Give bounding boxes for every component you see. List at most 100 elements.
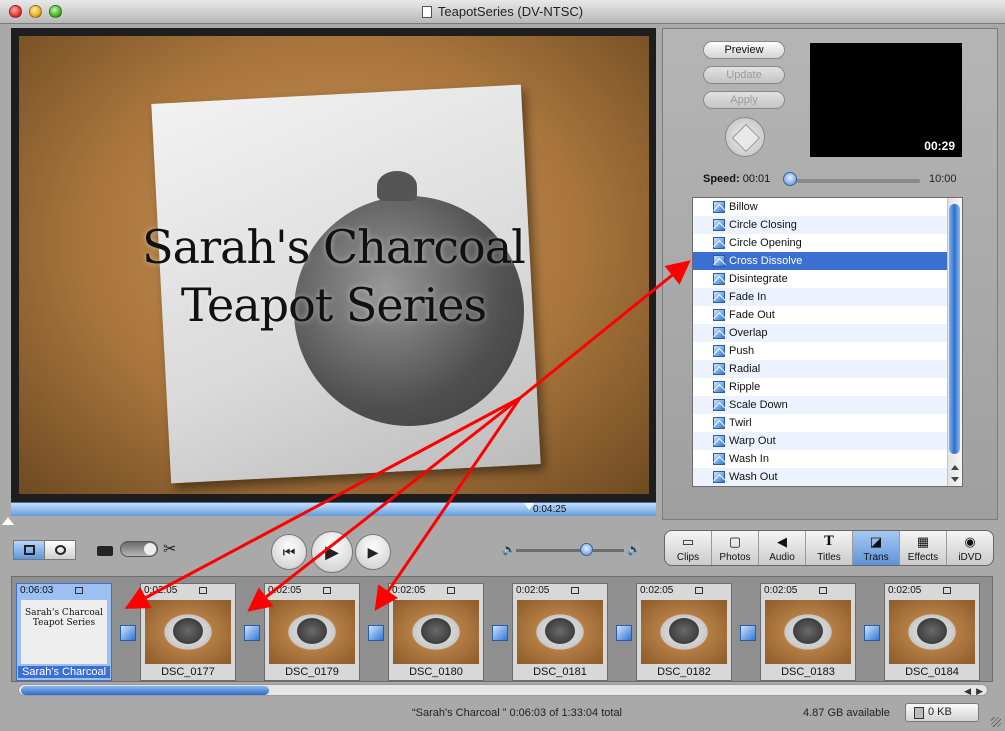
camera-edit-mode-switch[interactable] <box>120 541 158 557</box>
play-button[interactable]: ▶ <box>311 531 353 573</box>
scroll-right-arrow-icon[interactable]: ▶ <box>976 686 983 697</box>
play-fullscreen-button[interactable]: ▶ <box>355 534 391 570</box>
clip-viewer[interactable]: 0:06:03 Sarah's Charcoal Teapot Series Sar… <box>11 576 993 682</box>
timeline-clip[interactable]: 0:02:05 DSC_0182 <box>636 583 732 681</box>
playhead-indicator[interactable] <box>524 503 534 510</box>
timeline-clip[interactable]: 0:02:05 DSC_0184 <box>884 583 980 681</box>
tab-trans[interactable]: ◪ Trans <box>853 531 900 565</box>
trash-button[interactable]: 0 KB <box>905 703 979 722</box>
tab-effects[interactable]: ▦ Effects <box>900 531 947 565</box>
clip-duration: 0:02:05 <box>268 585 302 596</box>
transition-marker-icon[interactable] <box>864 625 880 641</box>
transition-item[interactable]: Push <box>693 342 962 360</box>
list-scrollbar[interactable] <box>947 198 962 486</box>
transition-marker-icon[interactable] <box>616 625 632 641</box>
tab-clips[interactable]: ▭ Clips <box>665 531 712 565</box>
playhead-time: 0:04:25 <box>533 504 567 515</box>
transition-icon <box>713 363 725 375</box>
transition-item[interactable]: Radial <box>693 360 962 378</box>
transition-icon <box>713 255 725 267</box>
tab-photos[interactable]: ▢ Photos <box>712 531 759 565</box>
transition-icon <box>713 417 725 429</box>
effects-icon: ▦ <box>916 534 930 549</box>
transition-marker-icon[interactable] <box>492 625 508 641</box>
transition-item[interactable]: Circle Closing <box>693 216 962 234</box>
clock-icon <box>55 545 66 555</box>
transition-item-label: Wash Out <box>729 471 778 483</box>
clip-duration: 0:02:05 <box>888 585 922 596</box>
tab-audio[interactable]: ◀ Audio <box>759 531 806 565</box>
minimize-window-button[interactable] <box>29 5 42 18</box>
transition-item[interactable]: Circle Opening <box>693 234 962 252</box>
transition-list[interactable]: Billow Circle Closing Circle Opening Cross … <box>692 197 963 487</box>
timeline-clip[interactable]: 0:02:05 DSC_0179 <box>264 583 360 681</box>
transition-item-label: Scale Down <box>729 399 788 411</box>
apply-button[interactable]: Apply <box>703 91 785 109</box>
scroll-down-arrow-icon[interactable] <box>951 477 959 482</box>
transition-item[interactable]: Fade Out <box>693 306 962 324</box>
tab-idvd[interactable]: ◉ iDVD <box>947 531 993 565</box>
transition-item[interactable]: Twirl <box>693 414 962 432</box>
clip-type-icon <box>199 587 207 594</box>
transition-item[interactable]: Fade In <box>693 288 962 306</box>
rewind-button[interactable]: ⏮ <box>271 534 307 570</box>
title-overlay: Sarah's Charcoal Teapot Series <box>11 218 656 334</box>
film-icon <box>24 545 35 555</box>
transition-marker-icon[interactable] <box>368 625 384 641</box>
timeline-clip[interactable]: 0:06:03 Sarah's Charcoal Teapot Series Sar… <box>16 583 112 681</box>
timeline-clip[interactable]: 0:02:05 DSC_0180 <box>388 583 484 681</box>
speed-slider-knob[interactable] <box>783 172 798 186</box>
transition-item[interactable]: Wash Out <box>693 468 962 486</box>
transition-item[interactable]: Disintegrate <box>693 270 962 288</box>
clip-duration: 0:02:05 <box>640 585 674 596</box>
start-marker[interactable] <box>2 517 14 525</box>
transition-item-label: Twirl <box>729 417 752 429</box>
clip-type-icon <box>447 587 455 594</box>
timeline-clip[interactable]: 0:02:05 DSC_0183 <box>760 583 856 681</box>
clip-type-icon <box>75 587 83 594</box>
timeline-scroll-thumb[interactable] <box>21 686 269 695</box>
direction-pad-icon[interactable] <box>725 117 765 157</box>
tab-titles-label: Titles <box>817 552 841 563</box>
transition-item[interactable]: Warp Out <box>693 432 962 450</box>
clip-thumbnail <box>765 600 851 664</box>
tab-effects-label: Effects <box>907 552 939 563</box>
update-button[interactable]: Update <box>703 66 785 84</box>
timeline-view-toggle[interactable] <box>44 540 76 560</box>
preview-button[interactable]: Preview <box>703 41 785 59</box>
video-viewer[interactable]: Sarah's Charcoal Teapot Series <box>11 28 656 502</box>
scrubber-bar[interactable]: 0:04:25 <box>11 502 656 516</box>
transition-item[interactable]: Billow <box>693 198 962 216</box>
transition-preview-screen: 00:29 <box>810 43 962 157</box>
transition-item[interactable]: Scale Down <box>693 396 962 414</box>
transition-item[interactable]: Cross Dissolve <box>693 252 962 270</box>
clip-type-icon <box>943 587 951 594</box>
speed-label: Speed: <box>703 173 740 185</box>
scroll-up-arrow-icon[interactable] <box>951 465 959 470</box>
clip-thumbnail-text: Sarah's Charcoal Teapot Series <box>24 608 103 628</box>
transition-item[interactable]: Ripple <box>693 378 962 396</box>
volume-slider-knob[interactable] <box>580 543 593 556</box>
speed-slider-track[interactable] <box>785 179 920 183</box>
zoom-window-button[interactable] <box>49 5 62 18</box>
volume-slider-track[interactable] <box>516 549 624 552</box>
list-scroll-thumb[interactable] <box>949 204 960 454</box>
clip-view-toggle[interactable] <box>13 540 45 560</box>
timeline-clip[interactable]: 0:02:05 DSC_0181 <box>512 583 608 681</box>
tab-clips-label: Clips <box>676 552 700 563</box>
camera-icon <box>97 546 113 556</box>
scroll-left-arrow-icon[interactable]: ◀ <box>964 686 971 697</box>
transition-item[interactable]: Wash In <box>693 450 962 468</box>
tab-titles[interactable]: T Titles <box>806 531 853 565</box>
transition-item[interactable]: Overlap <box>693 324 962 342</box>
timeline-clip[interactable]: 0:02:05 DSC_0177 <box>140 583 236 681</box>
window-titlebar: TeapotSeries (DV-NTSC) <box>0 0 1005 24</box>
close-window-button[interactable] <box>9 5 22 18</box>
transition-icon <box>713 453 725 465</box>
timeline-scrollbar[interactable]: ◀ ▶ <box>18 684 988 696</box>
transition-marker-icon[interactable] <box>120 625 136 641</box>
resize-grip-icon[interactable] <box>991 717 1001 727</box>
transition-item-label: Push <box>729 345 755 357</box>
transition-marker-icon[interactable] <box>244 625 260 641</box>
transition-marker-icon[interactable] <box>740 625 756 641</box>
